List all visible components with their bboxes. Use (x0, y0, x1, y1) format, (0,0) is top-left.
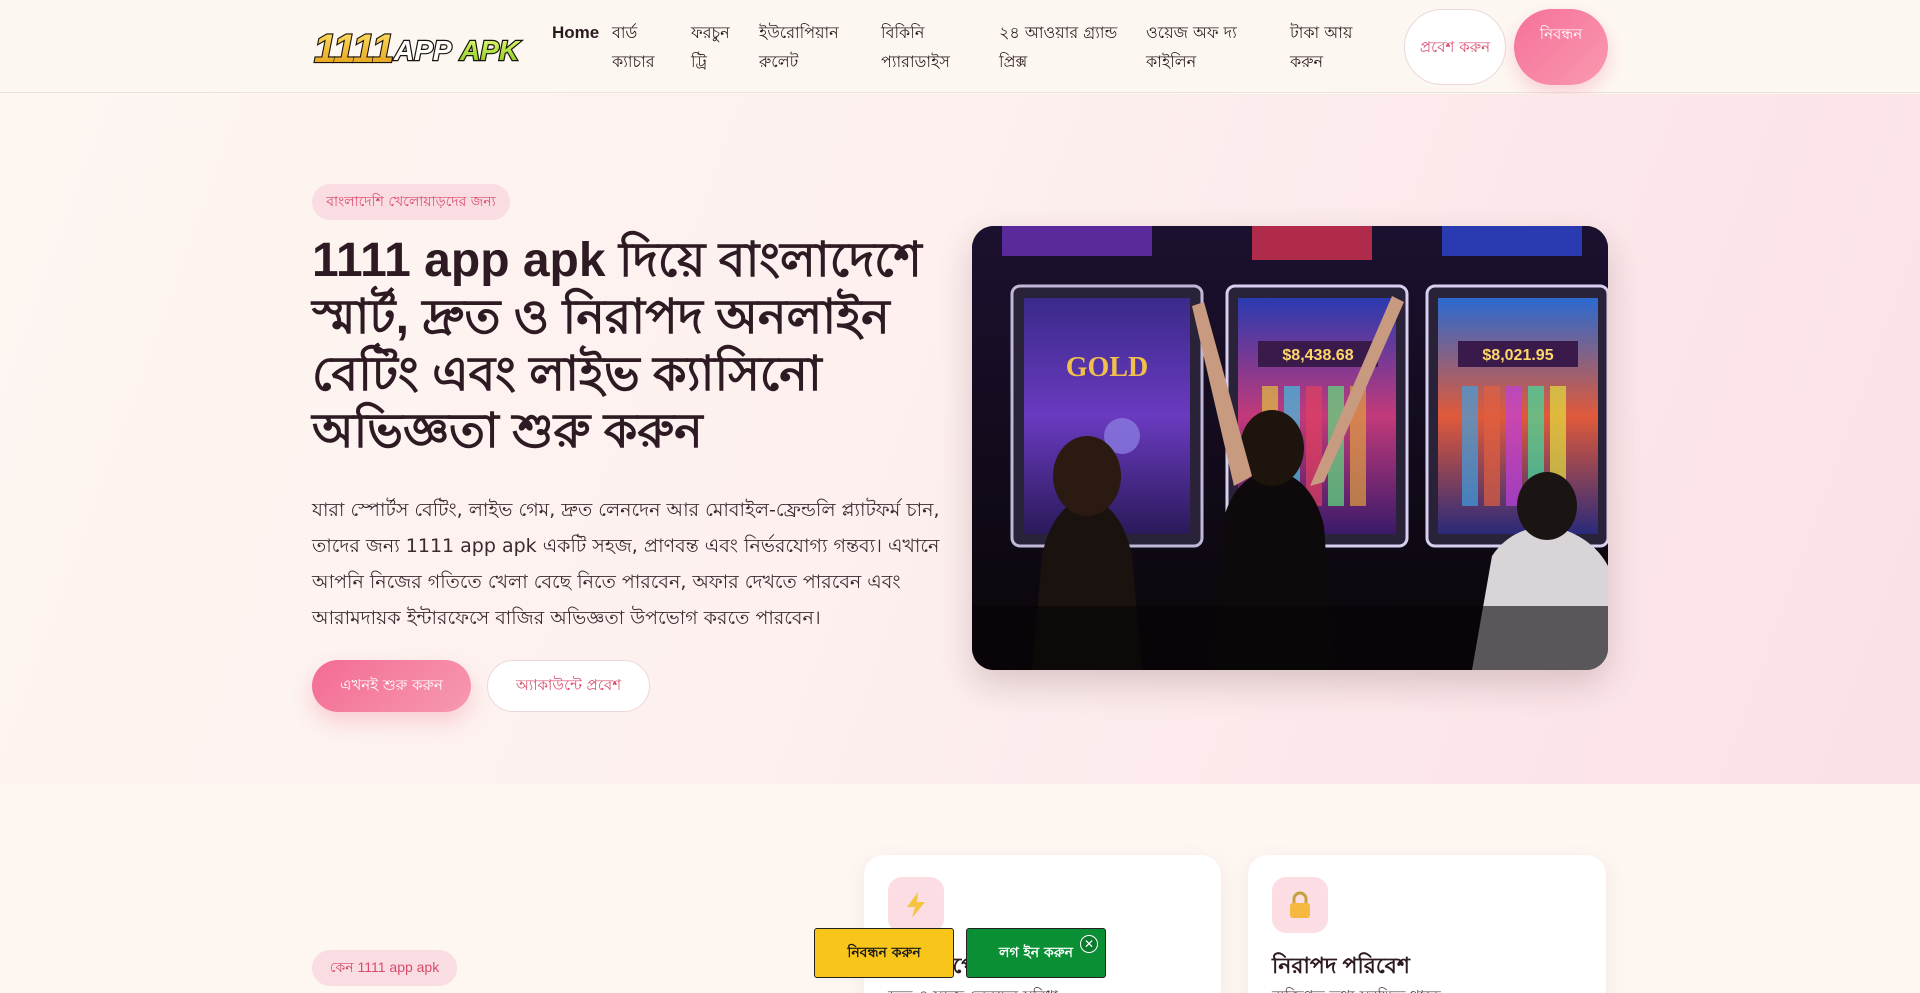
login-button[interactable]: প্রবেশ করুন (1404, 9, 1506, 85)
lightning-icon (888, 877, 944, 933)
hero-description: যারা স্পোর্টস বেটিং, লাইভ গেম, দ্রুত লেন… (312, 499, 940, 629)
nav-ways-of-qilin[interactable]: ওয়েজ অফ দ্য কাইলিন (1146, 18, 1250, 76)
hero-tag: বাংলাদেশি খেলোয়াড়দের জন্য (312, 184, 510, 220)
logo[interactable]: 1111 APP APK (312, 24, 528, 70)
nav-bikini-paradise[interactable]: বিকিনি প্যারাডাইস (881, 18, 965, 76)
nav-home[interactable]: Home (552, 18, 599, 47)
feature-card-text: দ্রুত ও সহজ লেনদেন সুবিধা (888, 985, 1058, 993)
site-header: 1111 APP APK Home বার্ড ক্যাচার ফরচুন ট্… (0, 0, 1920, 93)
casino-photo-illustration: GOLD $8,438.68 $8,021.95 (972, 226, 1608, 670)
close-icon[interactable]: ✕ (1080, 935, 1098, 953)
hero-section (0, 94, 1920, 784)
hero-title: 1111 app apk দিয়ে বাংলাদেশে স্মার্ট, দ্… (312, 234, 922, 458)
svg-text:1111: 1111 (314, 27, 394, 70)
why-tag: কেন 1111 app apk (312, 950, 457, 986)
account-login-button[interactable]: অ্যাকাউন্টে প্রবেশ (487, 660, 650, 712)
jackpot-2-text: $8,021.95 (1482, 347, 1553, 364)
nav-grand-prix[interactable]: ২৪ আওয়ার গ্র্যান্ড প্রিক্স (999, 18, 1121, 76)
hero-casino-image: GOLD $8,438.68 $8,021.95 (972, 226, 1608, 670)
nav-bird-catcher[interactable]: বার্ড ক্যাচার (612, 18, 672, 76)
nav-fortune-tree[interactable]: ফরচুন ট্রি (691, 18, 741, 76)
svg-text:APK: APK (459, 35, 521, 66)
register-button[interactable]: নিবন্ধন (1514, 9, 1608, 85)
nav-earn-money[interactable]: টাকা আয় করুন (1290, 18, 1370, 76)
feature-card-safe-environment: নিরাপদ পরিবেশ ব্যক্তিগত তথ্য সুরক্ষিত থা… (1248, 855, 1606, 993)
nav-european-roulette[interactable]: ইউরোপিয়ান রুলেট (759, 18, 855, 76)
floating-register-button[interactable]: নিবন্ধন করুন (814, 928, 954, 978)
jackpot-1-text: $8,438.68 (1282, 347, 1353, 364)
lock-icon (1272, 877, 1328, 933)
start-now-button[interactable]: এখনই শুরু করুন (312, 660, 471, 712)
feature-card-text: ব্যক্তিগত তথ্য সুরক্ষিত থাকে (1272, 985, 1441, 993)
feature-card-title: নিরাপদ পরিবেশ (1272, 953, 1410, 978)
gold-screen-text: GOLD (1066, 352, 1148, 383)
svg-text:APP: APP (393, 35, 452, 66)
